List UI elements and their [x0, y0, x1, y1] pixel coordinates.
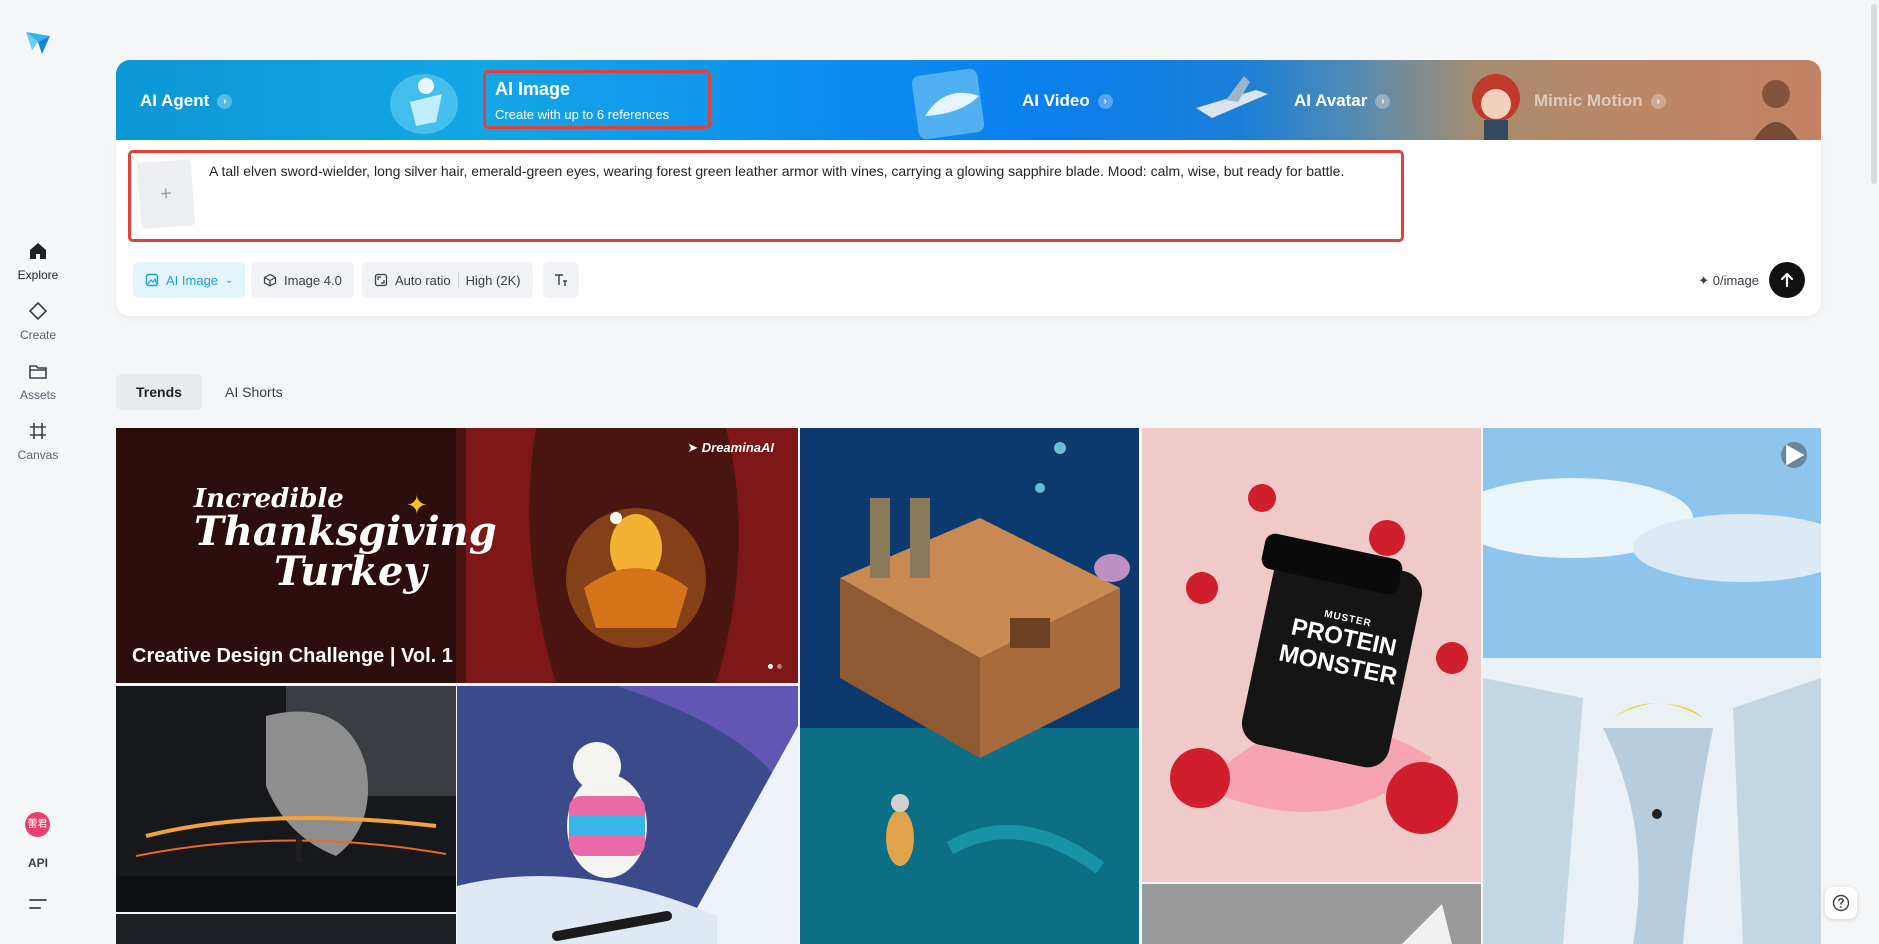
featured-title: Creative Design Challenge | Vol. 1 — [132, 645, 453, 667]
nav-create[interactable]: Create — [0, 300, 76, 344]
nav-label: Assets — [19, 388, 56, 402]
tab-ai-avatar[interactable]: AI Avatar › — [1294, 60, 1391, 142]
tab-label: AI Video — [1022, 91, 1090, 110]
nav-canvas[interactable]: Canvas — [0, 420, 76, 464]
avatar[interactable]: 蕾君 — [25, 812, 50, 837]
chevron-right-icon: › — [217, 93, 233, 109]
brand-watermark: ➤ DreaminaAI — [687, 440, 774, 456]
prompt-area[interactable]: + A tall elven sword-wielder, long silve… — [128, 150, 1404, 242]
folder-icon — [29, 365, 47, 379]
chevron-right-icon: › — [1097, 93, 1113, 109]
prompt-card: + A tall elven sword-wielder, long silve… — [116, 140, 1821, 316]
mode-label: AI Image — [166, 272, 219, 288]
star-icon: ✦ — [406, 490, 428, 520]
dreamina-mark-icon: ➤ — [687, 440, 699, 455]
gallery-item[interactable] — [116, 686, 456, 912]
prompt-input[interactable]: A tall elven sword-wielder, long silver … — [209, 161, 1391, 181]
gallery-item[interactable] — [457, 686, 798, 944]
brand-label: DreaminaAI — [701, 440, 774, 455]
dreamina-logo-icon[interactable] — [24, 28, 52, 56]
sparkle-icon: ✦ — [1698, 273, 1710, 288]
plus-icon: + — [159, 182, 173, 205]
statue-art — [116, 686, 456, 912]
grey-art — [1142, 884, 1481, 944]
avatar-girl-art-icon — [1472, 74, 1520, 140]
feature-banner: AI Agent › AI Image Create with up to 6 … — [116, 60, 1821, 142]
model-label: Image 4.0 — [284, 272, 342, 288]
nav-label: Canvas — [17, 448, 59, 462]
avatar-jet-art-icon — [1196, 76, 1268, 118]
agent-art-icon — [390, 74, 458, 134]
mimic-art-icon — [1754, 80, 1798, 140]
tab-ai-shorts[interactable]: AI Shorts — [205, 374, 303, 410]
featured-headline: Incredible Thanksgiving Turkey — [194, 486, 497, 592]
chevron-right-icon: › — [1650, 93, 1666, 109]
diamond-icon — [28, 301, 48, 321]
carousel-dot[interactable] — [777, 664, 782, 669]
polar-bear-art — [457, 686, 798, 944]
carousel-dot[interactable] — [768, 664, 773, 669]
gallery-item[interactable]: MUSTER PROTEIN MONSTER — [1142, 428, 1481, 882]
sidebar: Explore Create Assets Canvas 蕾君 API — [0, 0, 76, 944]
nav-assets[interactable]: Assets — [0, 360, 76, 404]
tab-trends[interactable]: Trends — [116, 374, 202, 410]
credit-label: 0/image — [1712, 273, 1759, 288]
cube-icon — [263, 273, 277, 287]
home-icon — [30, 243, 46, 259]
tab-subtitle: Create with up to 6 references — [495, 107, 670, 122]
gallery-item[interactable] — [800, 428, 1139, 944]
help-button[interactable] — [1825, 887, 1857, 919]
add-reference-button[interactable]: + — [136, 159, 196, 229]
featured-line: Turkey — [274, 548, 427, 595]
generate-button[interactable] — [1769, 262, 1805, 298]
featured-line: Thanksgiving — [194, 508, 497, 555]
tab-label: AI Image — [495, 79, 571, 99]
tab-label: Mimic Motion — [1534, 91, 1643, 110]
mode-select[interactable]: AI Image ⌄ — [133, 262, 246, 298]
nav-label: Create — [19, 328, 57, 342]
text-style-button[interactable] — [543, 262, 579, 298]
play-icon[interactable] — [1781, 442, 1807, 468]
divider — [457, 273, 459, 287]
glacier-art — [1483, 428, 1821, 944]
nav-explore[interactable]: Explore — [0, 240, 76, 284]
ratio-icon — [374, 273, 388, 287]
gallery-item[interactable] — [1483, 428, 1821, 944]
api-link[interactable]: API — [0, 856, 76, 870]
chevron-down-icon: ⌄ — [225, 274, 234, 286]
ratio-label: Auto ratio — [395, 272, 451, 288]
gallery-item[interactable] — [116, 914, 456, 944]
ratio-quality-select[interactable]: Auto ratio High (2K) — [362, 262, 533, 298]
carousel-dots[interactable] — [768, 664, 782, 669]
underwater-art — [800, 428, 1139, 944]
tab-mimic-motion[interactable]: Mimic Motion › — [1534, 60, 1666, 142]
tab-ai-agent[interactable]: AI Agent › — [140, 60, 233, 142]
text-format-icon — [555, 274, 567, 286]
tab-label: AI Agent — [140, 91, 210, 110]
help-icon — [1832, 894, 1850, 912]
tab-ai-video[interactable]: AI Video › — [1022, 60, 1113, 142]
video-art-icon — [911, 68, 985, 140]
arrow-up-icon — [1780, 272, 1794, 288]
quality-label: High (2K) — [465, 272, 521, 288]
chevron-right-icon: › — [1375, 93, 1391, 109]
crop-icon — [30, 423, 46, 439]
credit-cost: ✦ 0/image — [1698, 273, 1759, 289]
nav-label: Explore — [17, 268, 59, 282]
tab-ai-image[interactable]: AI Image Create with up to 6 references — [483, 70, 711, 129]
tab-label: AI Avatar — [1294, 91, 1368, 110]
gallery-item[interactable] — [1142, 884, 1481, 944]
page-scrollbar[interactable] — [1871, 4, 1877, 184]
menu-icon[interactable] — [27, 896, 49, 912]
image-icon — [145, 273, 159, 287]
featured-challenge-tile[interactable]: Incredible Thanksgiving Turkey ✦ ➤ Dream… — [116, 428, 798, 683]
model-select[interactable]: Image 4.0 — [251, 262, 354, 298]
